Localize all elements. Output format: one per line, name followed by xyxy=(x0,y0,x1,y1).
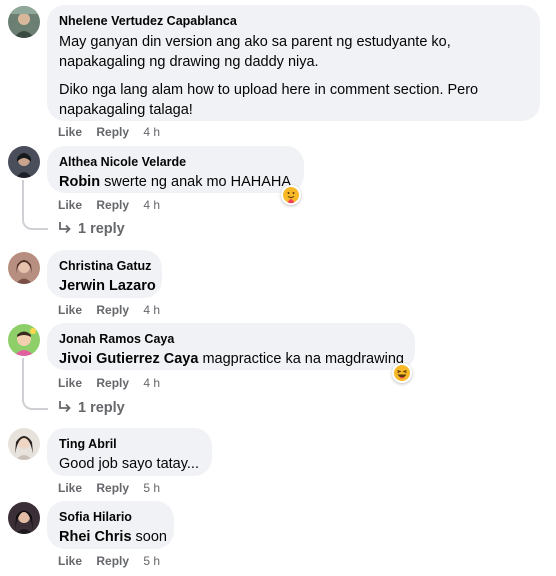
comment-timestamp[interactable]: 4 h xyxy=(143,303,160,317)
comment-text-body: swerte ng anak mo HAHAHA xyxy=(100,174,292,190)
comment-author[interactable]: Ting Abril xyxy=(59,436,200,452)
comment-bubble: Christina Gatuz Jerwin Lazaro xyxy=(47,250,162,298)
comment-timestamp[interactable]: 4 h xyxy=(143,376,160,390)
tagged-user[interactable]: Rhei Chris xyxy=(59,529,132,545)
comment-bubble: Sofia Hilario Rhei Chris soon xyxy=(47,501,174,549)
like-button[interactable]: Like xyxy=(58,303,82,317)
thread-line xyxy=(22,180,48,230)
tagged-user[interactable]: Robin xyxy=(59,174,100,190)
comment-author[interactable]: Christina Gatuz xyxy=(59,258,151,274)
comment-author[interactable]: Jonah Ramos Caya xyxy=(59,331,403,347)
like-button[interactable]: Like xyxy=(58,125,82,139)
reply-button[interactable]: Reply xyxy=(96,303,129,317)
reply-arrow-icon xyxy=(59,401,71,413)
comment-text: Robin swerte ng anak mo HAHAHA xyxy=(59,172,292,192)
reply-button[interactable]: Reply xyxy=(96,198,129,212)
comment-actions: Like Reply 5 h xyxy=(58,554,160,568)
reply-button[interactable]: Reply xyxy=(96,481,129,495)
comment-text-body: magpractice ka na magdrawing xyxy=(198,351,404,367)
view-replies-button[interactable]: 1 reply xyxy=(58,400,125,416)
comment-actions: Like Reply 4 h xyxy=(58,198,160,212)
like-button[interactable]: Like xyxy=(58,554,82,568)
comment-actions: Like Reply 4 h xyxy=(58,125,160,139)
comment-actions: Like Reply 5 h xyxy=(58,481,160,495)
comment-bubble: Jonah Ramos Caya Jivoi Gutierrez Caya ma… xyxy=(47,323,415,370)
comment-actions: Like Reply 4 h xyxy=(58,303,160,317)
avatar[interactable] xyxy=(8,324,40,356)
comment-text: Good job sayo tatay... xyxy=(59,456,199,472)
comment-timestamp[interactable]: 5 h xyxy=(143,481,160,495)
comment-timestamp[interactable]: 4 h xyxy=(143,198,160,212)
comment-text-body: soon xyxy=(131,529,167,545)
like-button[interactable]: Like xyxy=(58,376,82,390)
like-button[interactable]: Like xyxy=(58,481,82,495)
comment-text: Jerwin Lazaro xyxy=(59,276,156,296)
care-icon[interactable] xyxy=(281,185,301,205)
reply-arrow-icon xyxy=(59,222,71,234)
avatar[interactable] xyxy=(8,502,40,534)
avatar[interactable] xyxy=(8,252,40,284)
view-replies-button[interactable]: 1 reply xyxy=(58,221,125,237)
comment-text: Jivoi Gutierrez Caya magpractice ka na m… xyxy=(59,349,404,369)
replies-count: 1 reply xyxy=(78,400,125,416)
comment-bubble: Ting Abril Good job sayo tatay... xyxy=(47,428,212,476)
comment-author[interactable]: Sofia Hilario xyxy=(59,509,162,525)
reply-button[interactable]: Reply xyxy=(96,554,129,568)
tagged-user[interactable]: Jerwin Lazaro xyxy=(59,278,156,294)
reply-button[interactable]: Reply xyxy=(96,125,129,139)
tagged-user[interactable]: Jivoi Gutierrez Caya xyxy=(59,351,198,367)
comment-timestamp[interactable]: 5 h xyxy=(143,554,160,568)
replies-count: 1 reply xyxy=(78,221,125,237)
avatar[interactable] xyxy=(8,6,40,38)
reply-button[interactable]: Reply xyxy=(96,376,129,390)
comment-author[interactable]: Althea Nicole Velarde xyxy=(59,154,292,170)
comment-actions: Like Reply 4 h xyxy=(58,376,160,390)
comment-text: Rhei Chris soon xyxy=(59,527,167,547)
avatar[interactable] xyxy=(8,428,40,460)
avatar[interactable] xyxy=(8,146,40,178)
haha-icon[interactable] xyxy=(392,363,412,383)
comment-text: May ganyan din version ang ako sa parent… xyxy=(59,32,528,120)
comment-author[interactable]: Nhelene Vertudez Capablanca xyxy=(59,13,528,29)
comment-bubble: Nhelene Vertudez Capablanca May ganyan d… xyxy=(47,5,540,121)
comment-paragraph: May ganyan din version ang ako sa parent… xyxy=(59,34,451,70)
comment-timestamp[interactable]: 4 h xyxy=(143,125,160,139)
comment-bubble: Althea Nicole Velarde Robin swerte ng an… xyxy=(47,146,304,193)
like-button[interactable]: Like xyxy=(58,198,82,212)
thread-line xyxy=(22,358,48,410)
comment-paragraph: Diko nga lang alam how to upload here in… xyxy=(59,82,479,118)
